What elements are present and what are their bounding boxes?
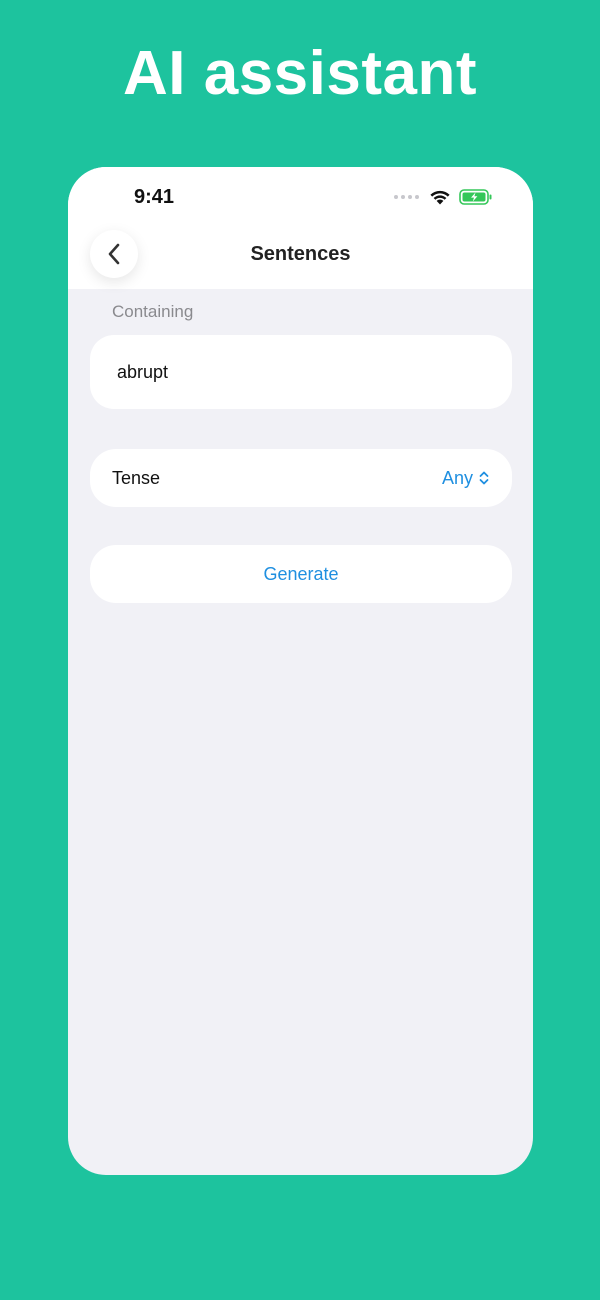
containing-label: Containing [112,302,194,321]
status-time: 9:41 [134,186,175,208]
navigation-header: 9:41 Sentences [68,167,533,289]
containing-input[interactable] [117,361,487,383]
tense-label: Tense [112,467,161,488]
tense-row: Tense Any [90,449,512,507]
status-icons [394,189,493,205]
promo-title: AI assistant [122,39,478,108]
tense-select[interactable]: Any [442,468,490,489]
page-title: Sentences [250,243,351,265]
phone-screen: 9:41 Sentences Containing abrupt Tense A… [68,167,533,1175]
tense-value: Any [441,467,473,488]
generate-button[interactable]: Generate [90,545,512,603]
battery-charging-icon [459,189,492,205]
containing-field-card [90,335,512,409]
signal-dots-icon [394,195,419,199]
wifi-icon [430,190,450,205]
chevron-up-down-icon [479,471,489,485]
